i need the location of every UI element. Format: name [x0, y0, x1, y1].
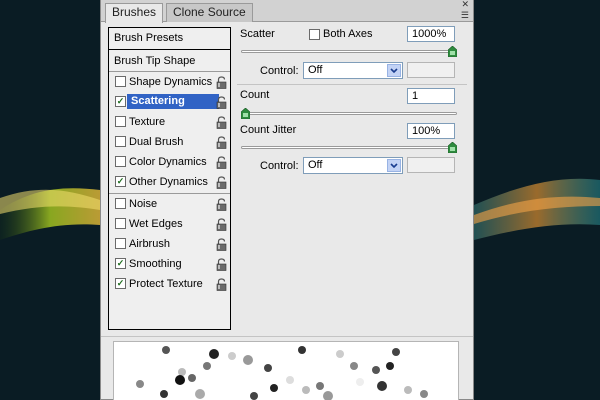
both-axes-checkbox[interactable]: [309, 29, 320, 40]
tab-brushes[interactable]: Brushes: [105, 3, 164, 23]
brush-presets-item[interactable]: Brush Presets: [109, 28, 230, 48]
list-item-label: Dual Brush: [129, 136, 184, 148]
lock-icon[interactable]: [216, 116, 227, 129]
list-item-label: Smoothing: [129, 258, 182, 270]
count-slider[interactable]: [241, 112, 457, 115]
lock-icon[interactable]: [216, 156, 227, 169]
count-jitter-control-label: Control:: [260, 160, 299, 172]
list-item[interactable]: Color Dynamics: [109, 152, 230, 172]
count-jitter-value-field[interactable]: 100%: [407, 123, 455, 139]
list-item[interactable]: Wet Edges: [109, 214, 230, 234]
scatter-value-field[interactable]: 1000%: [407, 26, 455, 42]
list-item-label: Other Dynamics: [129, 176, 208, 188]
count-jitter-control-value: Off: [308, 159, 323, 171]
list-item-label: Color Dynamics: [129, 156, 207, 168]
list-item[interactable]: ✓ Scattering: [109, 92, 230, 112]
list-item-label: Texture: [129, 116, 166, 128]
brushes-panel: Brushes Clone Source ✕ ☰ Brush Presets B…: [100, 0, 474, 400]
checkbox[interactable]: [115, 136, 126, 147]
list-item[interactable]: Texture: [109, 112, 230, 132]
scatter-jitter-field[interactable]: [407, 62, 455, 78]
list-item-label: Scattering: [127, 94, 219, 109]
panel-controls: ✕ ☰: [453, 0, 469, 22]
brush-preview-strokes: [136, 346, 428, 400]
lock-icon[interactable]: [216, 198, 227, 211]
scatter-control-select[interactable]: Off: [303, 62, 403, 79]
chevron-down-icon[interactable]: [387, 64, 401, 77]
list-item[interactable]: Dual Brush: [109, 132, 230, 152]
lock-icon[interactable]: [216, 258, 227, 271]
tab-clone-source[interactable]: Clone Source: [166, 3, 253, 22]
checkbox[interactable]: [115, 116, 126, 127]
checkbox[interactable]: [115, 198, 126, 209]
checkbox[interactable]: [115, 238, 126, 249]
chevron-down-icon[interactable]: [387, 159, 401, 172]
lock-icon[interactable]: [216, 218, 227, 231]
preview-divider: [101, 336, 473, 337]
list-item-label: Noise: [129, 198, 158, 210]
scatter-slider[interactable]: [241, 50, 457, 53]
list-item-label: Protect Texture: [129, 278, 203, 290]
checkbox[interactable]: [115, 156, 126, 167]
scatter-slider-thumb[interactable]: [448, 46, 457, 57]
count-slider-thumb[interactable]: [241, 108, 250, 119]
lock-icon[interactable]: [216, 96, 227, 109]
scatter-control-label: Control:: [260, 65, 299, 77]
brush-settings-list: Brush Presets Brush Tip Shape Shape Dyna…: [108, 27, 231, 330]
scatter-control-value: Off: [308, 64, 323, 76]
panel-menu-icon[interactable]: ☰: [461, 11, 469, 20]
list-item[interactable]: ✓ Protect Texture: [109, 274, 230, 294]
list-item-label: Shape Dynamics: [129, 76, 213, 88]
close-icon[interactable]: ✕: [461, 0, 469, 9]
checkbox[interactable]: ✓: [115, 96, 126, 107]
list-item[interactable]: ✓ Other Dynamics: [109, 172, 230, 192]
brush-tip-shape-item[interactable]: Brush Tip Shape: [109, 51, 230, 71]
count-label: Count: [240, 89, 270, 101]
count-jitter-slider-thumb[interactable]: [448, 142, 457, 153]
list-item-label: Airbrush: [129, 238, 170, 250]
checkbox[interactable]: ✓: [115, 278, 126, 289]
panel-titlebar: Brushes Clone Source ✕ ☰: [101, 0, 473, 23]
count-jitter-slider[interactable]: [241, 146, 457, 149]
list-item[interactable]: Airbrush: [109, 234, 230, 254]
brush-preview: [113, 341, 459, 400]
lock-icon[interactable]: [216, 176, 227, 189]
checkbox[interactable]: [115, 218, 126, 229]
scatter-label: Scatter: [240, 28, 275, 40]
list-item-label: Wet Edges: [129, 218, 183, 230]
lock-icon[interactable]: [216, 136, 227, 149]
list-separator: [109, 49, 230, 50]
lock-icon[interactable]: [216, 76, 227, 89]
count-jitter-control-select[interactable]: Off: [303, 157, 403, 174]
lock-icon[interactable]: [216, 278, 227, 291]
lock-icon[interactable]: [216, 238, 227, 251]
list-item[interactable]: Noise: [109, 194, 230, 214]
checkbox[interactable]: ✓: [115, 176, 126, 187]
list-item[interactable]: ✓ Smoothing: [109, 254, 230, 274]
checkbox[interactable]: ✓: [115, 258, 126, 269]
count-jitter-extra-field[interactable]: [407, 157, 455, 173]
both-axes-label: Both Axes: [323, 28, 373, 40]
checkbox[interactable]: [115, 76, 126, 87]
section-divider: [237, 84, 467, 85]
count-jitter-label: Count Jitter: [240, 124, 297, 136]
count-value-field[interactable]: 1: [407, 88, 455, 104]
list-item[interactable]: Shape Dynamics: [109, 72, 230, 92]
